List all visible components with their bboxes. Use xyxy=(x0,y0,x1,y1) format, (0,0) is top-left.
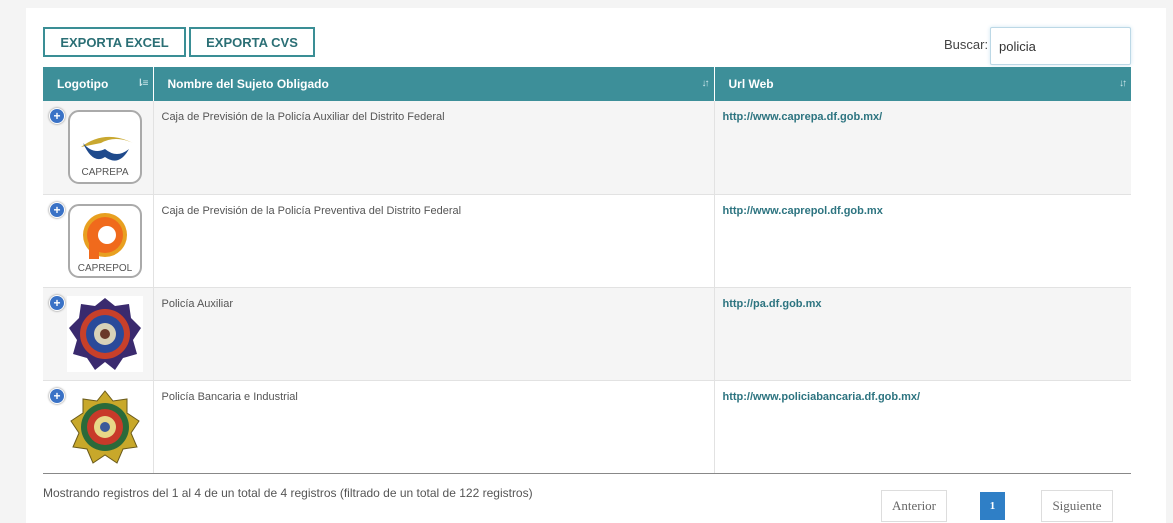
logo-text: CAPREPOL xyxy=(78,263,133,274)
url-link[interactable]: http://pa.df.gob.mx xyxy=(723,298,822,310)
column-header-logotipo[interactable]: Logotipo ⇂≡ xyxy=(43,67,154,101)
export-cvs-button[interactable]: EXPORTA CVS xyxy=(189,27,315,57)
name-cell: Caja de Previsión de la Policía Preventi… xyxy=(153,194,715,288)
logo-cell: + xyxy=(43,380,154,474)
policia-auxiliar-badge xyxy=(67,295,143,372)
caprepa-logo: CAPREPA xyxy=(68,110,142,184)
page-1-button[interactable]: 1 xyxy=(980,492,1005,520)
policia-bancaria-badge xyxy=(67,388,143,465)
url-link[interactable]: http://www.caprepol.df.gob.mx xyxy=(723,205,883,217)
name-cell: Policía Auxiliar xyxy=(153,287,715,381)
logo-cell: + CAPREPA xyxy=(43,101,154,195)
logo-cell: + CAPREPOL xyxy=(43,194,154,288)
url-link[interactable]: http://www.policiabancaria.df.gob.mx/ xyxy=(723,391,921,403)
table-row: + Policía Bancaria e Industrial http://w… xyxy=(43,380,1131,474)
url-link[interactable]: http://www.caprepa.df.gob.mx/ xyxy=(723,111,883,123)
caprepol-logo: CAPREPOL xyxy=(68,203,142,278)
column-header-label: Nombre del Sujeto Obligado xyxy=(167,77,329,91)
column-header-label: Url Web xyxy=(728,77,774,91)
table-row: + CAPREPOL Caja de Previsión de la Polic… xyxy=(43,194,1131,288)
search-input[interactable] xyxy=(990,27,1131,65)
table-header-row: Logotipo ⇂≡ Nombre del Sujeto Obligado ↓… xyxy=(43,67,1131,101)
name-cell: Caja de Previsión de la Policía Auxiliar… xyxy=(153,101,715,195)
logo-text: CAPREPA xyxy=(81,167,128,178)
name-cell: Policía Bancaria e Industrial xyxy=(153,380,715,474)
table-row: + CAPREPA Caja de Previsión de la Policí… xyxy=(43,101,1131,195)
sort-icon[interactable]: ↓↑ xyxy=(702,78,710,89)
url-cell: http://pa.df.gob.mx xyxy=(714,287,1131,381)
column-header-nombre[interactable]: Nombre del Sujeto Obligado ↓↑ xyxy=(153,67,715,101)
results-table: Logotipo ⇂≡ Nombre del Sujeto Obligado ↓… xyxy=(43,67,1131,474)
column-header-label: Logotipo xyxy=(57,77,109,91)
url-cell: http://www.caprepa.df.gob.mx/ xyxy=(714,101,1131,195)
expand-row-icon[interactable]: + xyxy=(49,387,65,404)
previous-page-button[interactable]: Anterior xyxy=(881,490,947,522)
logo-cell: + xyxy=(43,287,154,381)
column-header-url[interactable]: Url Web ↓↑ xyxy=(714,67,1131,101)
table-row: + Policía Auxiliar http://pa.df.gob.mx xyxy=(43,287,1131,381)
export-excel-button[interactable]: EXPORTA EXCEL xyxy=(43,27,186,57)
expand-row-icon[interactable]: + xyxy=(49,294,65,311)
sort-asc-icon[interactable]: ⇂≡ xyxy=(136,78,148,89)
expand-row-icon[interactable]: + xyxy=(49,108,65,124)
next-page-button[interactable]: Siguiente xyxy=(1041,490,1113,522)
search-label: Buscar: xyxy=(944,37,989,52)
table-info-text: Mostrando registros del 1 al 4 de un tot… xyxy=(43,486,533,500)
url-cell: http://www.policiabancaria.df.gob.mx/ xyxy=(714,380,1131,474)
expand-row-icon[interactable]: + xyxy=(49,201,65,218)
url-cell: http://www.caprepol.df.gob.mx xyxy=(714,194,1131,288)
sort-icon[interactable]: ↓↑ xyxy=(1119,78,1127,89)
